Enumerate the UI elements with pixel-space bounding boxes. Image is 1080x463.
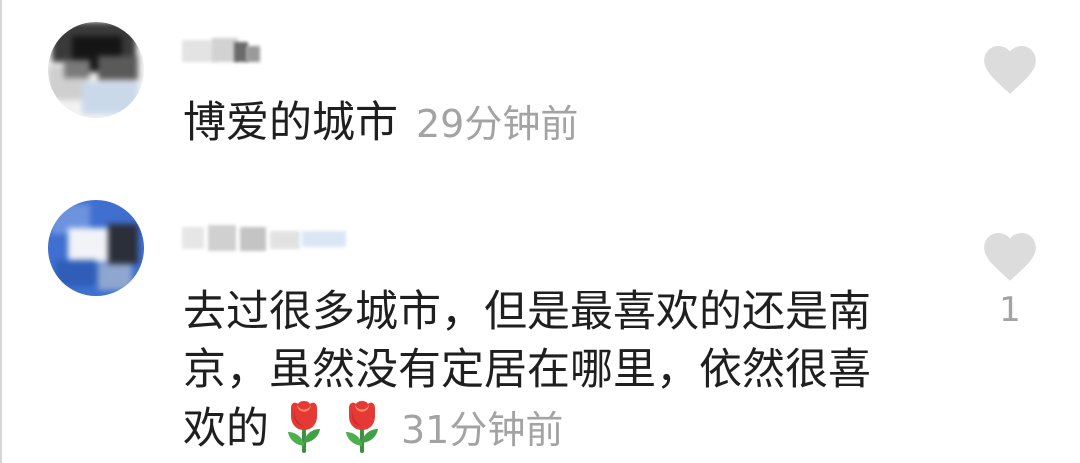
heart-icon xyxy=(983,233,1037,281)
like-count: 1 xyxy=(999,290,1021,330)
avatar-image xyxy=(48,200,144,296)
avatar[interactable] xyxy=(48,22,144,118)
rose-emoji-icon xyxy=(343,399,381,453)
username-obscured[interactable] xyxy=(182,34,264,66)
like-button[interactable] xyxy=(983,46,1037,94)
comment-text-block: 博爱的城市 29分钟前 xyxy=(183,94,908,153)
comment-text: 博爱的城市 xyxy=(183,98,398,148)
comment-time: 29分钟前 xyxy=(416,102,579,146)
avatar-image xyxy=(48,22,144,118)
avatar[interactable] xyxy=(48,200,144,296)
heart-icon xyxy=(983,46,1037,94)
like-button[interactable]: 1 xyxy=(983,233,1037,329)
rose-emoji-icon xyxy=(285,399,323,453)
comment-text-block: 去过很多城市，但是最喜欢的还是南京，虽然没有定居在哪里，依然很喜欢的 31分钟前 xyxy=(183,283,908,459)
comment-item[interactable]: 博爱的城市 29分钟前 xyxy=(0,0,1080,185)
username-obscured[interactable] xyxy=(182,221,350,253)
comment-item[interactable]: 去过很多城市，但是最喜欢的还是南京，虽然没有定居在哪里，依然很喜欢的 31分钟前… xyxy=(0,185,1080,463)
comment-time: 31分钟前 xyxy=(401,408,564,452)
